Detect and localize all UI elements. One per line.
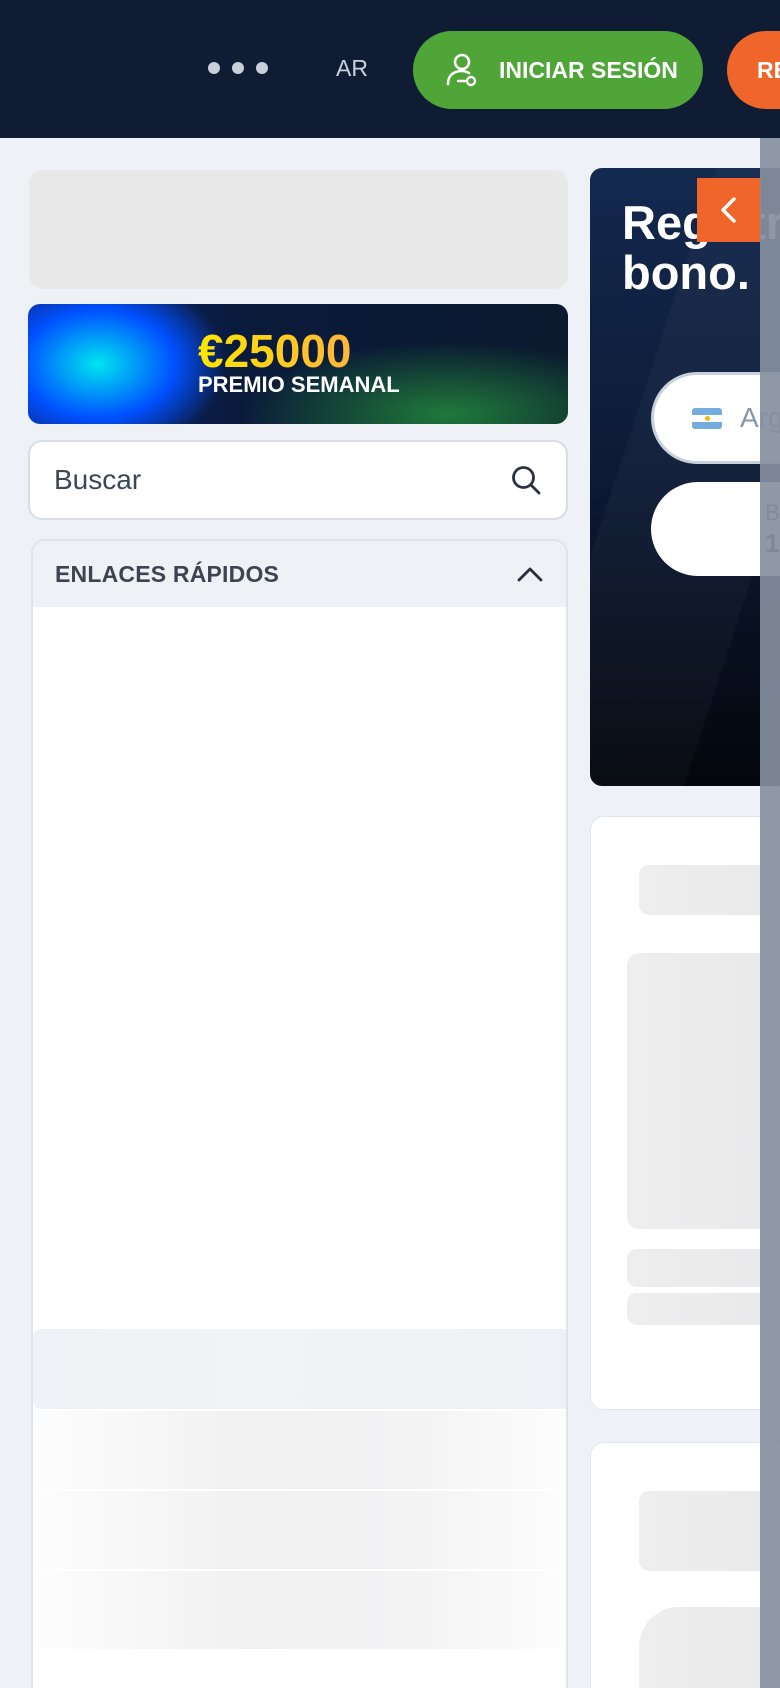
chevron-up-icon[interactable] <box>516 560 544 588</box>
overlay-scrollbar[interactable] <box>760 138 780 1688</box>
loading-placeholder <box>639 1607 780 1688</box>
dot <box>232 62 244 74</box>
registration-panel: Registr bono. Arg B 1 <box>590 168 780 786</box>
search-icon[interactable] <box>510 464 542 496</box>
more-menu-icon[interactable] <box>208 62 268 74</box>
top-header: AR INICIAR SESIÓN RE <box>0 0 780 138</box>
loading-placeholder <box>627 953 780 1229</box>
loading-placeholder <box>33 1491 566 1569</box>
language-selector[interactable]: AR <box>336 55 368 82</box>
loading-placeholder <box>627 1249 780 1287</box>
quick-links-title: ENLACES RÁPIDOS <box>55 560 280 587</box>
quick-links-header[interactable]: ENLACES RÁPIDOS <box>33 541 566 607</box>
loading-card <box>590 1442 780 1688</box>
login-label: INICIAR SESIÓN <box>499 56 678 83</box>
loading-placeholder <box>33 1411 566 1489</box>
chevron-left-icon <box>721 197 736 223</box>
collapse-button[interactable] <box>697 178 761 242</box>
loading-placeholder <box>627 1293 780 1325</box>
register-label: RE <box>757 56 780 83</box>
dot <box>256 62 268 74</box>
argentina-flag-icon <box>692 407 722 429</box>
weekly-prize-banner[interactable]: €25000 PREMIO SEMANAL <box>28 304 568 424</box>
search-placeholder: Buscar <box>54 464 142 495</box>
dot <box>208 62 220 74</box>
user-key-icon <box>446 53 477 87</box>
loading-placeholder <box>33 1571 566 1649</box>
loading-card <box>590 816 780 1410</box>
login-button[interactable]: INICIAR SESIÓN <box>413 31 703 109</box>
loading-placeholder <box>639 1491 780 1571</box>
search-input[interactable]: Buscar <box>28 440 568 520</box>
registration-title-line2: bono. <box>622 246 750 299</box>
prize-amount: €25000 <box>198 325 352 377</box>
loading-placeholder <box>33 1329 566 1409</box>
register-button[interactable]: RE <box>727 31 780 109</box>
prize-subtitle: PREMIO SEMANAL <box>198 372 400 397</box>
loading-placeholder <box>639 865 780 915</box>
quick-links-panel: ENLACES RÁPIDOS <box>31 539 568 1688</box>
loading-placeholder <box>29 170 568 289</box>
